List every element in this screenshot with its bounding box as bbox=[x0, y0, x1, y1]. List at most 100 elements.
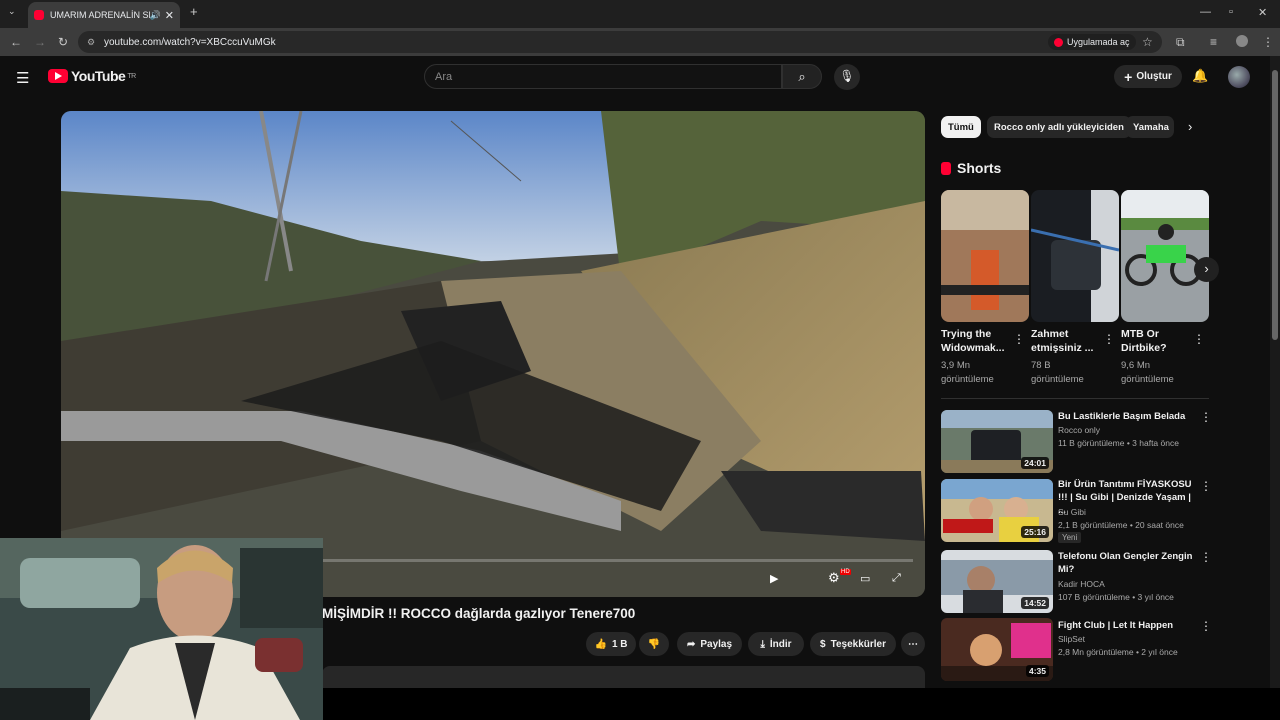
related-menu-icon[interactable]: ⋮ bbox=[1200, 550, 1212, 564]
window-close-icon[interactable]: ✕ bbox=[1258, 6, 1267, 19]
open-in-app-button[interactable]: Uygulamada aç bbox=[1048, 34, 1136, 50]
minimize-icon[interactable]: — bbox=[1200, 6, 1211, 18]
bookmark-star-icon[interactable]: ☆ bbox=[1142, 35, 1153, 49]
settings-icon[interactable]: ⚙ bbox=[828, 570, 840, 586]
play-icon[interactable]: ▶ bbox=[770, 572, 778, 585]
related-channel[interactable]: Rocco only bbox=[1058, 425, 1100, 435]
webcam-overlay bbox=[0, 538, 323, 720]
shorts-next-button[interactable]: › bbox=[1194, 257, 1219, 282]
microphone-icon: 🎙 bbox=[839, 69, 855, 83]
youtube-favicon-icon bbox=[34, 10, 44, 20]
scrollbar-thumb[interactable] bbox=[1272, 70, 1278, 340]
maximize-icon[interactable]: ▫ bbox=[1229, 6, 1233, 18]
shorts-icon bbox=[941, 161, 951, 175]
address-bar[interactable]: ⚙ youtube.com/watch?v=XBCccuVuMGk bbox=[78, 31, 1162, 53]
thanks-label: Teşekkürler bbox=[830, 638, 886, 650]
search-button[interactable]: ⌕ bbox=[782, 64, 822, 89]
new-badge: Yeni bbox=[1058, 532, 1082, 543]
video-player[interactable] bbox=[61, 111, 925, 597]
short-menu-icon[interactable]: ⋮ bbox=[1193, 332, 1205, 346]
short-title[interactable]: Zahmet etmişsiniz ... bbox=[1031, 327, 1101, 355]
more-actions-button[interactable]: ⋯ bbox=[901, 632, 925, 656]
description-box[interactable] bbox=[322, 666, 925, 688]
like-count: 1 B bbox=[611, 638, 628, 650]
browser-menu-icon[interactable]: ⋮ bbox=[1262, 35, 1274, 49]
related-thumbnail[interactable]: 24:01 bbox=[941, 410, 1053, 473]
youtube-play-icon bbox=[48, 69, 68, 83]
share-button[interactable]: ➦ Paylaş bbox=[677, 632, 742, 656]
video-title: MİŞİMDİR !! ROCCO dağlarda gazlıyor Tene… bbox=[322, 606, 636, 621]
fullscreen-icon[interactable]: ⤢ bbox=[892, 572, 901, 585]
notifications-bell-icon[interactable]: 🔔 bbox=[1192, 68, 1208, 84]
youtube-app-icon bbox=[1054, 37, 1063, 47]
thanks-button[interactable]: $ Teşekkürler bbox=[810, 632, 896, 656]
back-icon[interactable]: ← bbox=[10, 35, 22, 49]
speaker-icon[interactable]: 🔊 bbox=[150, 10, 161, 21]
video-duration: 4:35 bbox=[1025, 665, 1049, 677]
short-thumbnail[interactable] bbox=[941, 190, 1029, 322]
media-icon[interactable]: ≡ bbox=[1210, 35, 1217, 49]
youtube-logo[interactable]: YouTube TR bbox=[48, 68, 136, 84]
miniplayer-icon[interactable]: ▭ bbox=[860, 572, 870, 585]
share-label: Paylaş bbox=[700, 638, 733, 650]
open-in-app-label: Uygulamada aç bbox=[1067, 37, 1130, 47]
chip-all[interactable]: Tümü bbox=[941, 116, 981, 138]
like-button[interactable]: 👍 1 B bbox=[586, 632, 636, 656]
search-icon: ⌕ bbox=[798, 69, 806, 84]
video-duration: 14:52 bbox=[1021, 597, 1049, 609]
forward-icon[interactable]: → bbox=[34, 35, 46, 49]
hd-badge: HD bbox=[840, 569, 851, 575]
video-frame bbox=[61, 111, 925, 597]
short-title[interactable]: Trying the Widowmak... bbox=[941, 327, 1011, 355]
short-title[interactable]: MTB Or Dirtbike? bbox=[1121, 327, 1191, 355]
profile-icon[interactable] bbox=[1236, 35, 1248, 47]
reload-icon[interactable]: ↻ bbox=[58, 35, 68, 49]
short-thumbnail[interactable] bbox=[1121, 190, 1209, 322]
share-icon: ➦ bbox=[686, 638, 696, 650]
related-thumbnail[interactable]: 14:52 bbox=[941, 550, 1053, 613]
chip-from-uploader[interactable]: Rocco only adlı yükleyiciden bbox=[987, 116, 1131, 138]
video-duration: 25:16 bbox=[1021, 526, 1049, 538]
short-image bbox=[1031, 190, 1119, 322]
create-label: Oluştur bbox=[1136, 71, 1172, 82]
short-views: 9,6 Mn görüntüleme bbox=[1121, 360, 1174, 385]
related-channel[interactable]: Su Gibi bbox=[1058, 507, 1086, 517]
related-menu-icon[interactable]: ⋮ bbox=[1200, 410, 1212, 424]
chips-next-icon[interactable]: › bbox=[1188, 119, 1192, 134]
voice-search-button[interactable]: 🎙 bbox=[834, 64, 860, 90]
thumbs-down-icon: 👎 bbox=[647, 638, 661, 650]
related-thumbnail[interactable]: 4:35 bbox=[941, 618, 1053, 681]
site-info-icon[interactable]: ⚙ bbox=[87, 37, 95, 48]
related-channel[interactable]: Kadir HOCA bbox=[1058, 579, 1105, 589]
tab-title: UMARIM ADRENALİN SEV... bbox=[50, 10, 150, 20]
related-meta: 107 B görüntüleme • 3 yıl önce bbox=[1058, 592, 1174, 602]
short-menu-icon[interactable]: ⋮ bbox=[1013, 332, 1025, 346]
country-code: TR bbox=[127, 72, 136, 80]
tab-close-icon[interactable]: ✕ bbox=[165, 9, 174, 22]
plus-icon: + bbox=[1124, 68, 1133, 85]
search-input[interactable]: Ara bbox=[424, 64, 782, 89]
related-meta: 2,1 B görüntüleme • 20 saat önce bbox=[1058, 520, 1184, 530]
avatar[interactable] bbox=[1228, 66, 1250, 88]
create-button[interactable]: + Oluştur bbox=[1114, 65, 1182, 88]
related-thumbnail[interactable]: 25:16 bbox=[941, 479, 1053, 542]
tab-search-icon[interactable]: ⌄ bbox=[8, 6, 16, 17]
chip-yamaha[interactable]: Yamaha bbox=[1126, 116, 1174, 138]
related-menu-icon[interactable]: ⋮ bbox=[1200, 479, 1212, 493]
related-title[interactable]: Telefonu Olan Gençler Zengin Mi? bbox=[1058, 550, 1194, 576]
hamburger-menu-icon[interactable]: ☰ bbox=[16, 69, 29, 87]
download-button[interactable]: ⤓ İndir bbox=[748, 632, 804, 656]
related-title[interactable]: Fight Club | Let It Happen bbox=[1058, 619, 1194, 632]
related-title[interactable]: Bu Lastiklerle Başım Belada bbox=[1058, 410, 1194, 423]
thumbs-up-icon: 👍 bbox=[594, 638, 607, 650]
browser-tab[interactable]: UMARIM ADRENALİN SEV... 🔊 ✕ bbox=[28, 2, 180, 28]
related-channel[interactable]: SlipSet bbox=[1058, 634, 1085, 644]
new-tab-icon[interactable]: + bbox=[190, 4, 198, 19]
related-menu-icon[interactable]: ⋮ bbox=[1200, 619, 1212, 633]
page-scrollbar[interactable] bbox=[1270, 56, 1280, 690]
short-thumbnail[interactable] bbox=[1031, 190, 1119, 322]
logo-text: YouTube bbox=[71, 68, 126, 84]
extensions-icon[interactable]: ⧉ bbox=[1176, 35, 1185, 50]
short-menu-icon[interactable]: ⋮ bbox=[1103, 332, 1115, 346]
dislike-button[interactable]: 👎 bbox=[639, 632, 669, 656]
